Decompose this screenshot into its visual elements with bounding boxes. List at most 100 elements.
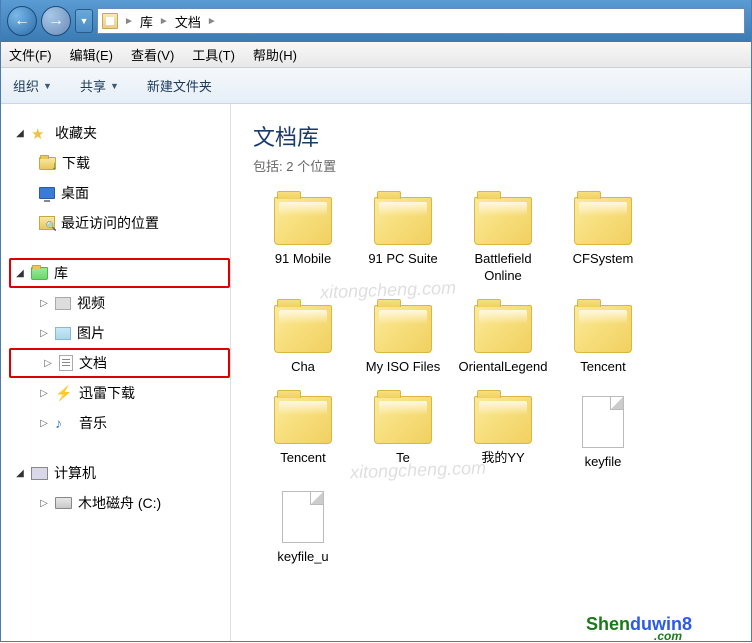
sidebar-documents[interactable]: ▷ 文档 [9, 348, 230, 378]
share-label: 共享 [80, 76, 106, 95]
toolbar: 组织 ▼ 共享 ▼ 新建文件夹 [1, 68, 751, 104]
breadcrumb-item[interactable]: 文档 [175, 12, 201, 31]
folder-item[interactable]: Battlefield Online [453, 193, 553, 289]
library-title: 文档库 [253, 120, 741, 152]
folder-icon [374, 305, 432, 353]
sidebar-videos[interactable]: ▷ 视频 [9, 288, 230, 318]
expand-icon: ▷ [39, 498, 49, 509]
sidebar-desktop[interactable]: 桌面 [9, 178, 230, 208]
nav-history-dropdown[interactable]: ▼ [75, 9, 93, 33]
expand-icon: ▷ [39, 388, 49, 399]
drive-icon [55, 497, 72, 509]
video-icon [55, 297, 71, 310]
item-label: 我的YY [457, 450, 549, 467]
desktop-icon [39, 187, 55, 199]
breadcrumb-item[interactable]: 库 [140, 12, 153, 31]
sidebar-drive-c[interactable]: ▷ 木地磁舟 (C:) [9, 488, 230, 518]
organize-button[interactable]: 组织 ▼ [13, 76, 52, 95]
sidebar-thunder[interactable]: ▷ ⚡ 迅雷下载 [9, 378, 230, 408]
sidebar-item-label: 迅雷下载 [79, 383, 135, 403]
folder-item[interactable]: Tencent [253, 392, 353, 475]
folder-icon [474, 396, 532, 444]
menu-help[interactable]: 帮助(H) [253, 45, 297, 64]
folder-item[interactable]: Tencent [553, 301, 653, 380]
sidebar-item-label: 库 [54, 263, 68, 283]
chevron-down-icon: ▼ [110, 81, 119, 91]
folder-icon [374, 396, 432, 444]
item-label: Tencent [557, 359, 649, 376]
folder-item[interactable]: Te [353, 392, 453, 475]
recent-icon [39, 216, 55, 230]
collapse-icon: ◢ [15, 128, 25, 139]
menu-edit[interactable]: 编辑(E) [70, 45, 113, 64]
folder-icon [274, 197, 332, 245]
sidebar-pictures[interactable]: ▷ 图片 [9, 318, 230, 348]
breadcrumb-separator: ► [207, 16, 217, 27]
star-icon: ★ [31, 125, 49, 141]
share-button[interactable]: 共享 ▼ [80, 76, 119, 95]
folder-item[interactable]: 我的YY [453, 392, 553, 475]
location-icon [102, 13, 118, 29]
menu-tools[interactable]: 工具(T) [192, 45, 235, 64]
folder-item[interactable]: 91 Mobile [253, 193, 353, 289]
forward-button[interactable]: → [41, 6, 71, 36]
folder-item[interactable]: My ISO Files [353, 301, 453, 380]
folder-item[interactable]: 91 PC Suite [353, 193, 453, 289]
sidebar-item-label: 木地磁舟 (C:) [78, 493, 161, 513]
item-label: 91 Mobile [257, 251, 349, 268]
item-label: My ISO Files [357, 359, 449, 376]
file-item[interactable]: keyfile_u [253, 487, 353, 570]
organize-label: 组织 [13, 76, 39, 95]
address-bar[interactable]: ► 库 ► 文档 ► [97, 8, 745, 34]
music-icon: ♪ [55, 415, 73, 431]
sidebar-item-label: 图片 [77, 323, 105, 343]
collapse-icon: ◢ [15, 268, 25, 279]
menu-file[interactable]: 文件(F) [9, 45, 52, 64]
sidebar-downloads[interactable]: 下载 [9, 148, 230, 178]
sidebar-item-label: 视频 [77, 293, 105, 313]
breadcrumb-separator: ► [124, 16, 134, 27]
brand-logo: Shenduwin8 .com [586, 614, 692, 635]
item-label: OrientalLegend [457, 359, 549, 376]
folder-item[interactable]: CFSystem [553, 193, 653, 289]
item-label: Battlefield Online [457, 251, 549, 285]
file-icon [582, 396, 624, 448]
folder-icon [374, 197, 432, 245]
folder-icon [474, 197, 532, 245]
item-label: Te [357, 450, 449, 467]
expand-icon: ▷ [39, 418, 49, 429]
library-icon [31, 267, 48, 280]
sidebar-recent[interactable]: 最近访问的位置 [9, 208, 230, 238]
new-folder-button[interactable]: 新建文件夹 [147, 76, 212, 95]
sidebar-computer[interactable]: ◢ 计算机 [9, 458, 230, 488]
folder-grid: 91 Mobile 91 PC Suite Battlefield OnlineCF… [253, 193, 741, 581]
library-subtitle: 包括: 2 个位置 [253, 156, 741, 175]
content-pane: 文档库 包括: 2 个位置 91 Mobile 91 PC Suite Battle… [231, 104, 751, 641]
sidebar-item-label: 桌面 [61, 183, 89, 203]
folder-icon [474, 305, 532, 353]
sidebar-item-label: 最近访问的位置 [61, 213, 159, 233]
sidebar-item-label: 计算机 [54, 463, 96, 483]
item-label: keyfile_u [257, 549, 349, 566]
folder-item[interactable]: OrientalLegend [453, 301, 553, 380]
navigation-pane: ◢ ★ 收藏夹 下载 桌面 最近访问的位置 [1, 104, 231, 641]
sidebar-item-label: 文档 [79, 353, 107, 373]
folder-item[interactable]: Cha [253, 301, 353, 380]
expand-icon: ▷ [39, 298, 49, 309]
item-label: 91 PC Suite [357, 251, 449, 268]
file-item[interactable]: keyfile [553, 392, 653, 475]
menu-bar: 文件(F) 编辑(E) 查看(V) 工具(T) 帮助(H) [1, 42, 751, 68]
breadcrumb-separator: ► [159, 16, 169, 27]
item-label: keyfile [557, 454, 649, 471]
expand-icon: ▷ [39, 328, 49, 339]
sidebar-favorites[interactable]: ◢ ★ 收藏夹 [9, 118, 230, 148]
sidebar-item-label: 下载 [62, 153, 90, 173]
sidebar-music[interactable]: ▷ ♪ 音乐 [9, 408, 230, 438]
pictures-icon [55, 327, 71, 340]
sidebar-libraries[interactable]: ◢ 库 [9, 258, 230, 288]
back-button[interactable]: ← [7, 6, 37, 36]
menu-view[interactable]: 查看(V) [131, 45, 174, 64]
folder-icon [274, 396, 332, 444]
file-icon [282, 491, 324, 543]
sidebar-item-label: 音乐 [79, 413, 107, 433]
